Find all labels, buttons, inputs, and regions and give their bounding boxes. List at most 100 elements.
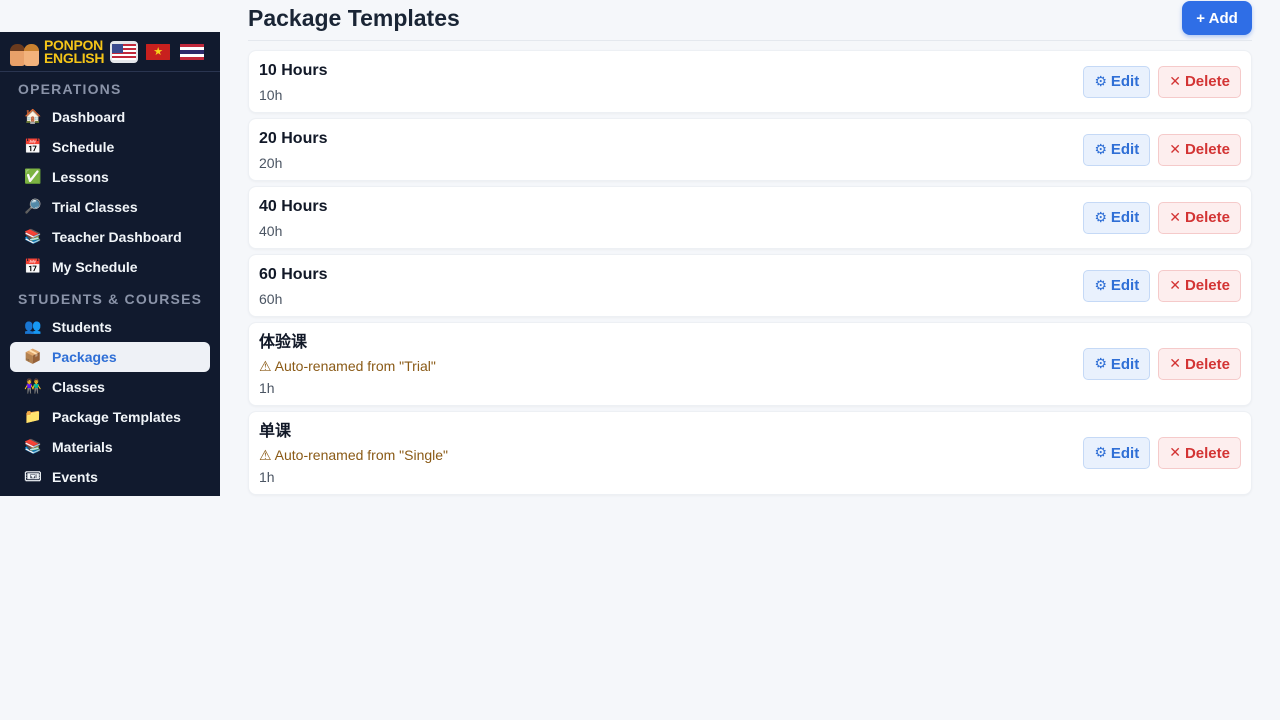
sidebar-item-package-templates[interactable]: 📁 Package Templates	[10, 402, 210, 432]
sidebar-item-label: Lessons	[52, 169, 109, 185]
sidebar: PONPON ENGLISH ★ OPERATIONS 🏠 Dashboard …	[0, 32, 220, 496]
page-title: Package Templates	[248, 5, 460, 31]
delete-label: Delete	[1184, 73, 1230, 90]
delete-button[interactable]: ✕ Delete	[1158, 269, 1241, 302]
language-vietnamese-button[interactable]: ★	[144, 41, 172, 63]
template-card: 20 Hours 20h ⚙ Edit ✕ Delete	[248, 118, 1252, 181]
thailand-flag-icon	[180, 43, 205, 60]
calendar-icon: 📅	[24, 139, 42, 155]
delete-label: Delete	[1184, 209, 1230, 226]
delete-button[interactable]: ✕ Delete	[1158, 348, 1241, 380]
template-card: 10 Hours 10h ⚙ Edit ✕ Delete	[248, 50, 1252, 113]
nav-section-title-operations: OPERATIONS	[18, 81, 122, 97]
template-card: 40 Hours 40h ⚙ Edit ✕ Delete	[248, 186, 1252, 249]
edit-label: Edit	[1110, 355, 1140, 373]
delete-label: Delete	[1184, 355, 1230, 373]
sidebar-item-students[interactable]: 👥 Students	[10, 312, 210, 342]
card-actions: ⚙ Edit ✕ Delete	[1083, 269, 1241, 302]
sidebar-item-label: Trial Classes	[52, 199, 138, 215]
language-thai-button[interactable]	[178, 41, 206, 63]
sidebar-item-my-schedule[interactable]: 📅 My Schedule	[10, 252, 210, 282]
template-hours: 1h	[259, 469, 275, 485]
delete-label: Delete	[1184, 141, 1230, 158]
gear-icon: ⚙	[1094, 141, 1107, 158]
books-icon: 📚	[24, 439, 42, 455]
sidebar-item-dashboard[interactable]: 🏠 Dashboard	[10, 102, 210, 132]
close-icon: ✕	[1169, 277, 1181, 294]
card-actions: ⚙ Edit ✕ Delete	[1083, 65, 1241, 98]
template-card: 单课 ⚠ Auto-renamed from "Single" 1h ⚙ Edit…	[248, 411, 1252, 495]
ticket-icon: 🎟	[24, 469, 42, 485]
gear-icon: ⚙	[1094, 356, 1107, 372]
edit-button[interactable]: ⚙ Edit	[1083, 437, 1151, 469]
sidebar-item-trial-classes[interactable]: 🔎 Trial Classes	[10, 192, 210, 222]
sidebar-item-events[interactable]: 🎟 Events	[10, 462, 210, 492]
delete-button[interactable]: ✕ Delete	[1158, 65, 1241, 98]
us-flag-icon	[112, 43, 137, 60]
add-template-button[interactable]: + Add	[1182, 1, 1252, 35]
sidebar-item-label: Dashboard	[52, 109, 126, 125]
edit-button[interactable]: ⚙ Edit	[1083, 133, 1151, 166]
template-list: 10 Hours 10h ⚙ Edit ✕ Delete 20 Hours 20h …	[248, 50, 1252, 500]
language-english-button[interactable]	[110, 40, 139, 63]
vietnam-flag-icon: ★	[146, 43, 171, 60]
edit-button[interactable]: ⚙ Edit	[1083, 269, 1151, 302]
edit-button[interactable]: ⚙ Edit	[1083, 201, 1151, 234]
sidebar-item-label: Events	[52, 469, 98, 485]
close-icon: ✕	[1169, 73, 1181, 90]
sidebar-item-label: Classes	[52, 379, 105, 395]
edit-label: Edit	[1110, 444, 1140, 462]
template-card: 体验课 ⚠ Auto-renamed from "Trial" 1h ⚙ Edit…	[248, 322, 1252, 406]
sidebar-item-classes[interactable]: 👫 Classes	[10, 372, 210, 402]
delete-button[interactable]: ✕ Delete	[1158, 437, 1241, 469]
sidebar-item-teacher-dashboard[interactable]: 📚 Teacher Dashboard	[10, 222, 210, 252]
users-icon: 👥	[24, 319, 42, 335]
folder-icon: 📁	[24, 409, 42, 425]
gear-icon: ⚙	[1094, 445, 1107, 461]
close-icon: ✕	[1169, 356, 1181, 372]
sidebar-item-label: Students	[52, 319, 112, 335]
sidebar-item-materials[interactable]: 📚 Materials	[10, 432, 210, 462]
nav-section-title-students-courses: STUDENTS & COURSES	[18, 291, 203, 307]
teacher-icon: 📚	[24, 229, 42, 245]
logo[interactable]: PONPON ENGLISH	[44, 38, 104, 65]
sidebar-item-label: Packages	[52, 349, 117, 365]
close-icon: ✕	[1169, 209, 1181, 226]
logo-mascot-icon	[10, 38, 42, 66]
card-actions: ⚙ Edit ✕ Delete	[1083, 201, 1241, 234]
brand-row: PONPON ENGLISH ★	[0, 32, 220, 72]
header-divider	[248, 40, 1252, 41]
magnifier-icon: 🔎	[24, 199, 42, 215]
edit-button[interactable]: ⚙ Edit	[1083, 65, 1151, 98]
delete-button[interactable]: ✕ Delete	[1158, 133, 1241, 166]
sidebar-item-packages[interactable]: 📦 Packages	[10, 342, 210, 372]
template-hours: 1h	[259, 380, 275, 396]
card-actions: ⚙ Edit ✕ Delete	[1083, 133, 1241, 166]
sidebar-item-partial[interactable]: 📊 Vi	[10, 492, 210, 496]
sidebar-item-label: My Schedule	[52, 259, 138, 275]
edit-label: Edit	[1110, 209, 1140, 226]
card-actions: ⚙ Edit ✕ Delete	[1083, 437, 1241, 469]
close-icon: ✕	[1169, 445, 1181, 461]
sidebar-item-label: Schedule	[52, 139, 115, 155]
gear-icon: ⚙	[1094, 73, 1107, 90]
delete-label: Delete	[1184, 277, 1230, 294]
gear-icon: ⚙	[1094, 277, 1107, 294]
sidebar-item-label: Materials	[52, 439, 113, 455]
edit-button[interactable]: ⚙ Edit	[1083, 348, 1151, 380]
sidebar-item-label: Package Templates	[52, 409, 181, 425]
gear-icon: ⚙	[1094, 209, 1107, 226]
delete-label: Delete	[1184, 444, 1230, 462]
calendar-icon: 📅	[24, 259, 42, 275]
sidebar-item-label: Teacher Dashboard	[52, 229, 182, 245]
close-icon: ✕	[1169, 141, 1181, 158]
card-actions: ⚙ Edit ✕ Delete	[1083, 348, 1241, 380]
package-icon: 📦	[24, 349, 42, 365]
group-icon: 👫	[24, 379, 42, 395]
house-icon: 🏠	[24, 109, 42, 125]
sidebar-item-lessons[interactable]: ✅ Lessons	[10, 162, 210, 192]
template-card: 60 Hours 60h ⚙ Edit ✕ Delete	[248, 254, 1252, 317]
delete-button[interactable]: ✕ Delete	[1158, 201, 1241, 234]
sidebar-item-schedule[interactable]: 📅 Schedule	[10, 132, 210, 162]
edit-label: Edit	[1110, 73, 1140, 90]
